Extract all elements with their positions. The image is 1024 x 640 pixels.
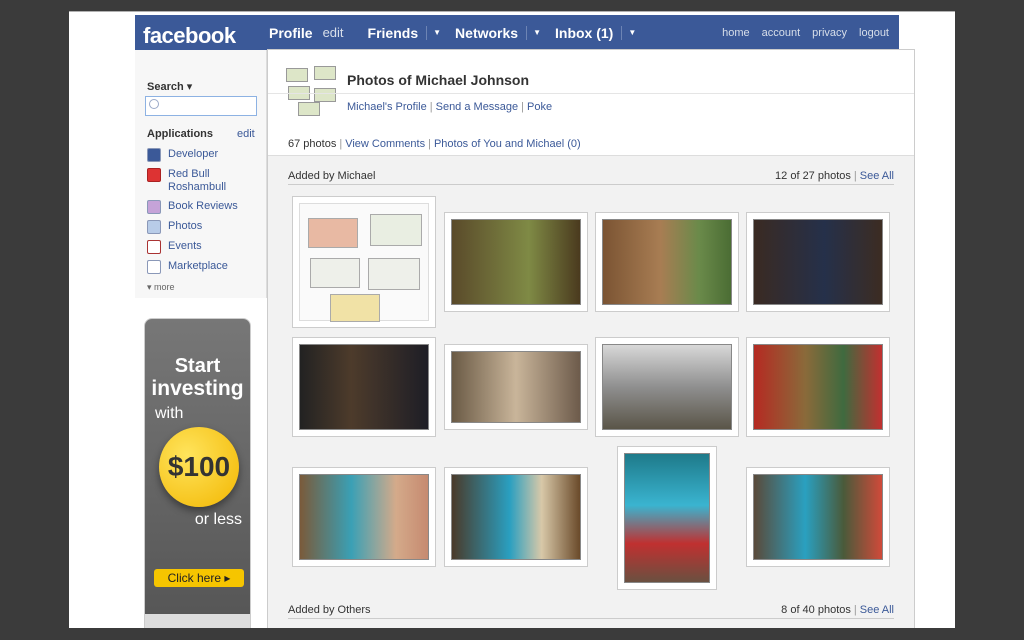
photo-image [624,453,710,583]
michaels-profile-link[interactable]: Michael's Profile [347,101,427,113]
book-icon [147,200,161,214]
section-title: Added by Michael [288,170,376,182]
nav-logout[interactable]: logout [859,27,889,39]
sidebar-item-label: Red Bull Roshambull [168,168,227,193]
main-nav: Profile edit Friends ▼ Networks ▼ Inbox … [269,15,650,50]
redbull-icon [147,168,161,182]
nav-inbox[interactable]: Inbox (1) [555,25,613,41]
sidebar-item-label: Marketplace [168,260,228,272]
photo-image [299,344,429,430]
photo-thumbnail[interactable] [292,467,436,567]
photos-of-you-link[interactable]: Photos of You and Michael (0) [434,138,581,150]
search-input[interactable] [145,96,257,116]
inbox-dropdown-icon[interactable]: ▼ [621,25,636,40]
section-header-michael: Added by Michael 12 of 27 photos | See All [288,168,894,185]
nav-privacy[interactable]: privacy [812,27,847,39]
sidebar-ad[interactable]: Start investing with $100 or less Click … [144,318,251,628]
section-header-others: Added by Others 8 of 40 photos | See All [288,602,894,619]
nav-profile[interactable]: Profile [269,25,313,41]
sidebar-item-redbull[interactable]: Red Bull Roshambull [147,168,263,194]
photo-stats: 67 photos | View Comments | Photos of You an… [288,138,581,150]
page-title: Photos of Michael Johnson [347,72,530,88]
search-icon [149,99,159,109]
photo-thumbnail[interactable] [617,446,717,590]
sidebar-item-developer[interactable]: Developer [147,148,263,162]
ad-footer [145,614,250,628]
photo-thumbnail[interactable] [595,212,739,312]
search-label[interactable]: Search ▾ [147,80,192,93]
photo-image [299,474,429,560]
marketplace-icon [147,260,161,274]
send-message-link[interactable]: Send a Message [436,101,519,113]
applications-list: Developer Red Bull Roshambull Book Revie… [147,148,263,280]
ad-line1: Start [174,355,221,377]
photo-image [753,219,883,305]
sidebar-item-label: Photos [168,220,203,232]
photo-count: 67 photos [288,138,337,150]
photo-image [753,344,883,430]
nav-networks[interactable]: Networks [455,25,518,41]
photo-thumbnail[interactable] [292,337,436,437]
sidebar-item-photos[interactable]: Photos [147,220,263,234]
photo-thumbnail[interactable] [444,467,588,567]
main-content: Photos of Michael Johnson Michael's Prof… [267,49,915,628]
ad-coin: $100 [159,427,239,507]
photo-image [753,474,883,560]
photos-area: Added by Michael 12 of 27 photos | See All [268,156,914,628]
developer-icon [147,148,161,162]
facebook-logo[interactable]: facebook [143,23,236,49]
photo-image [602,344,732,430]
nav-friends[interactable]: Friends [368,25,419,41]
ad-line3: with [155,405,184,422]
view-comments-link[interactable]: View Comments [345,138,425,150]
photo-thumbnail[interactable] [444,212,588,312]
sidebar-item-marketplace[interactable]: Marketplace [147,260,263,274]
sidebar-item-label: Events [168,240,202,252]
poke-link[interactable]: Poke [527,101,552,113]
photo-thumbnail[interactable] [595,337,739,437]
photo-image [299,203,429,322]
photos-icon [147,220,161,234]
see-all-link[interactable]: See All [860,170,894,182]
section-title: Added by Others [288,604,371,616]
photo-thumbnail[interactable] [746,337,890,437]
top-navigation-bar: facebook Profile edit Friends ▼ Networks… [135,15,899,50]
ad-click-button[interactable]: Click here ▸ [154,569,244,587]
photo-image [602,219,732,305]
photo-thumbnail[interactable] [444,344,588,430]
photo-image [451,474,581,560]
divider [268,93,914,94]
ad-line2: investing [151,377,244,400]
browser-page: facebook Profile edit Friends ▼ Networks… [69,11,955,628]
profile-links: Michael's Profile | Send a Message | Poke [347,101,553,113]
photo-thumbnail[interactable] [746,212,890,312]
networks-dropdown-icon[interactable]: ▼ [526,25,541,40]
nav-home[interactable]: home [722,27,750,39]
album-thumbnail-icon [286,66,338,116]
photo-thumbnail[interactable] [292,196,436,328]
section-count: 12 of 27 photos [775,170,851,182]
events-icon [147,240,161,254]
left-sidebar: Search ▾ Applications edit Developer Red… [135,50,267,298]
friends-dropdown-icon[interactable]: ▼ [426,25,441,40]
photo-thumbnail[interactable] [746,467,890,567]
photo-image [451,351,581,423]
sidebar-item-events[interactable]: Events [147,240,263,254]
applications-edit-link[interactable]: edit [237,128,255,140]
ad-line4: or less [194,511,242,528]
nav-profile-edit[interactable]: edit [323,25,344,40]
applications-heading: Applications [147,128,214,140]
photo-image [451,219,581,305]
account-nav: home account privacy logout [710,15,889,50]
sidebar-more-link[interactable]: ▾ more [147,282,175,293]
sidebar-item-book-reviews[interactable]: Book Reviews [147,200,263,214]
nav-account[interactable]: account [762,27,801,39]
section-count: 8 of 40 photos [781,604,851,616]
sidebar-item-label: Developer [168,148,219,160]
see-all-link[interactable]: See All [860,604,894,616]
sidebar-item-label: Book Reviews [168,200,238,212]
